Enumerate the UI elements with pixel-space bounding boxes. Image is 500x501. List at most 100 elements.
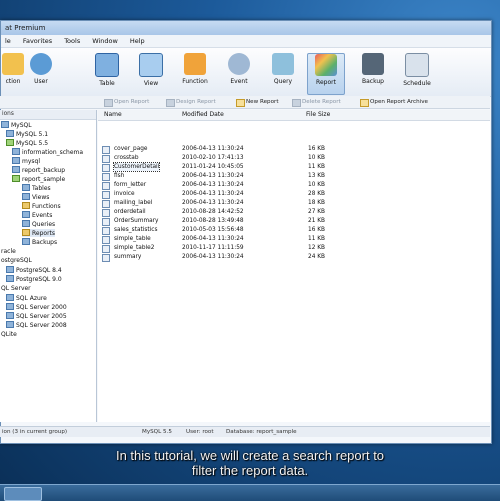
function-icon [184, 53, 206, 75]
server-icon [6, 139, 14, 146]
report-file-icon [102, 146, 110, 154]
open-report-icon [104, 99, 113, 107]
report-list: Name Modified Date File Size cover_page 2… [98, 110, 490, 422]
menu-file[interactable]: le [3, 35, 13, 47]
event-icon [228, 53, 250, 75]
taskbar [0, 484, 500, 501]
tree-item[interactable]: Queries [22, 220, 55, 228]
report-button[interactable]: Report [307, 53, 345, 95]
query-button[interactable]: Query [265, 53, 301, 93]
tree-item[interactable]: mysql [12, 157, 40, 165]
design-report-button[interactable]: Design Report [166, 97, 216, 107]
tree-item[interactable]: PostgreSQL 8.4 [6, 266, 62, 274]
table-row[interactable]: mailing_label 2006-04-13 11:30:24 18 KB [98, 199, 338, 208]
open-report-button[interactable]: Open Report [104, 97, 149, 107]
queries-icon [22, 220, 30, 227]
view-button[interactable]: View [133, 53, 169, 93]
server-icon [6, 303, 14, 310]
menu-window[interactable]: Window [90, 35, 120, 47]
tree-item[interactable]: Backups [22, 238, 57, 246]
menu-tools[interactable]: Tools [62, 35, 82, 47]
table-row[interactable]: crosstab 2010-02-10 17:41:13 10 KB [98, 154, 338, 163]
function-button[interactable]: Function [177, 53, 213, 93]
table-row[interactable]: summary 2006-04-13 11:30:24 24 KB [98, 253, 338, 262]
list-header: Name Modified Date File Size [98, 110, 490, 121]
column-name[interactable]: Name [104, 110, 122, 120]
database-icon [12, 166, 20, 173]
table-row[interactable]: orderdetail 2010-08-28 14:42:52 27 KB [98, 208, 338, 217]
tree-item[interactable]: MySQL 5.1 [6, 130, 48, 138]
delete-report-button[interactable]: Delete Report [292, 97, 341, 107]
connection-icon [2, 53, 24, 75]
tree-item[interactable]: Tables [22, 184, 51, 192]
tree-item[interactable]: QLite [1, 331, 17, 339]
tree-item[interactable]: Views [22, 193, 49, 201]
table-row-selected[interactable]: CustomerDetail 2011-01-24 10:45:05 11 KB [98, 162, 338, 172]
tree-item[interactable]: SQL Server 2008 [6, 321, 67, 329]
table-row[interactable]: fish 2006-04-13 11:30:24 13 KB [98, 172, 338, 181]
schedule-icon [405, 53, 429, 77]
report-icon [315, 54, 337, 76]
tree-item-reports[interactable]: Reports [22, 229, 56, 237]
delete-report-icon [292, 99, 301, 107]
event-button[interactable]: Event [221, 53, 257, 93]
table-row[interactable]: simple_table 2006-04-13 11:30:24 11 KB [98, 235, 338, 244]
menu-help[interactable]: Help [128, 35, 147, 47]
report-file-icon [102, 164, 110, 172]
tree-item[interactable]: PostgreSQL 9.0 [6, 275, 62, 283]
table-button[interactable]: Table [89, 53, 125, 93]
tables-icon [22, 184, 30, 191]
report-file-icon [102, 218, 110, 226]
status-bar: ion (3 in current group) MySQL 5.5 User:… [0, 426, 490, 437]
tree-item[interactable]: racle [1, 248, 16, 256]
table-row[interactable]: form_letter 2006-04-13 11:30:24 10 KB [98, 181, 338, 190]
server-icon [6, 130, 14, 137]
tree-item[interactable]: report_sample [12, 175, 65, 183]
view-icon [139, 53, 163, 77]
table-row[interactable]: simple_table2 2010-11-17 11:11:59 12 KB [98, 244, 338, 253]
tutorial-caption: In this tutorial, we will create a searc… [40, 448, 460, 478]
menu-favorites[interactable]: Favorites [21, 35, 54, 47]
status-user: User: root [186, 429, 214, 435]
tree-item[interactable]: QL Server [1, 285, 31, 293]
table-row[interactable]: OrderSummary 2010-08-28 13:49:48 21 KB [98, 217, 338, 226]
window-title: at Premium [1, 21, 491, 35]
backup-icon [362, 53, 384, 75]
report-file-icon [102, 245, 110, 253]
table-row[interactable]: cover_page 2006-04-13 11:30:24 16 KB [98, 145, 338, 154]
tree-item[interactable]: ostgreSQL [1, 257, 32, 265]
backups-icon [22, 238, 30, 245]
open-report-archive-button[interactable]: Open Report Archive [360, 97, 428, 107]
backup-button[interactable]: Backup [355, 53, 391, 93]
new-report-button[interactable]: New Report [236, 97, 279, 107]
column-file-size[interactable]: File Size [306, 110, 330, 120]
taskbar-app-button[interactable] [4, 487, 42, 501]
reports-icon [22, 229, 30, 236]
report-file-icon [102, 227, 110, 235]
tree-item[interactable]: Events [22, 211, 52, 219]
schedule-button[interactable]: Schedule [399, 53, 435, 93]
tree-item[interactable]: report_backup [12, 166, 65, 174]
table-icon [95, 53, 119, 77]
tree-item[interactable]: MySQL [1, 121, 32, 129]
report-file-icon [102, 155, 110, 163]
tree-item[interactable]: Functions [22, 202, 61, 210]
menu-bar: le Favorites Tools Window Help [1, 35, 491, 48]
main-toolbar: ction User Table View Function Event Que… [1, 48, 491, 97]
server-icon [6, 321, 14, 328]
table-row[interactable]: sales_statistics 2010-05-03 15:56:48 16 KB [98, 226, 338, 235]
database-icon [12, 157, 20, 164]
events-icon [22, 211, 30, 218]
server-icon [6, 266, 14, 273]
tree-item[interactable]: SQL Azure [6, 294, 47, 302]
column-modified-date[interactable]: Modified Date [182, 110, 224, 120]
tree-item[interactable]: SQL Server 2000 [6, 303, 67, 311]
table-row[interactable]: invoice 2006-04-13 11:30:24 28 KB [98, 190, 338, 199]
functions-icon [22, 202, 30, 209]
server-icon [1, 121, 9, 128]
tree-item[interactable]: information_schema [12, 148, 83, 156]
tree-item[interactable]: SQL Server 2005 [6, 312, 67, 320]
connection-tree: ions MySQL MySQL 5.1 MySQL 5.5 informati… [0, 110, 97, 422]
user-button[interactable]: User [23, 53, 59, 93]
tree-item[interactable]: MySQL 5.5 [6, 139, 48, 147]
